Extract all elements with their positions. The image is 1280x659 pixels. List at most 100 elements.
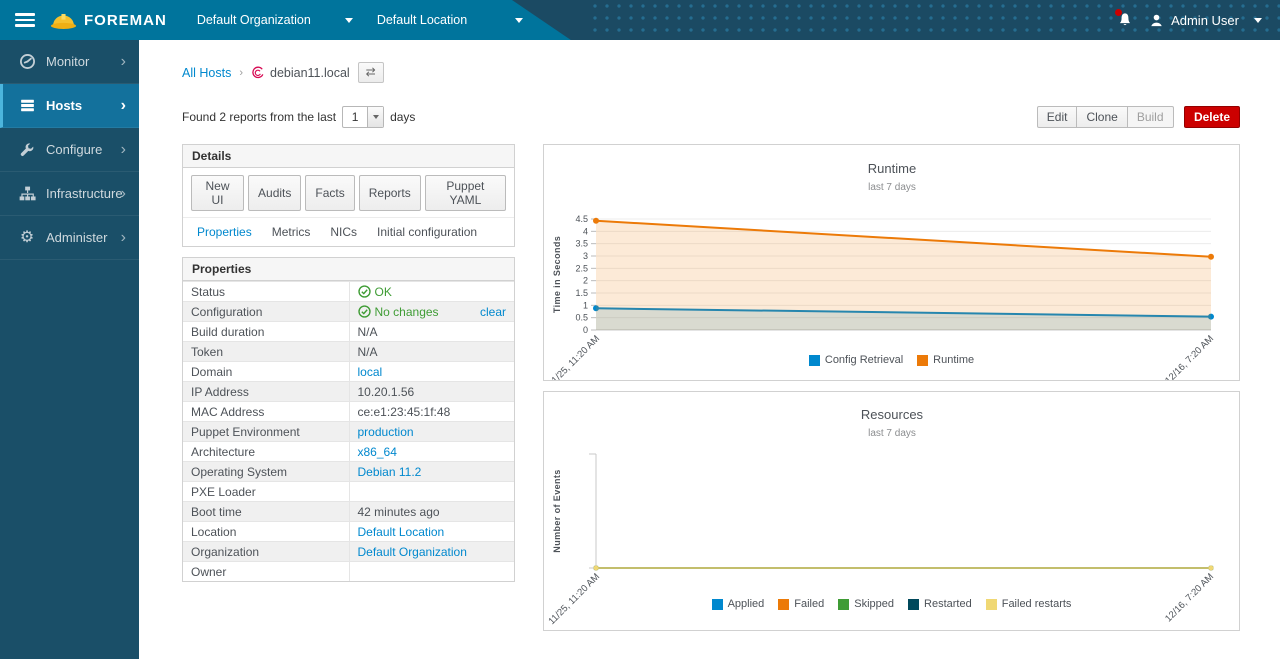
sidebar-item-infrastructure[interactable]: Infrastructure› (0, 172, 139, 216)
sitemap-icon (17, 185, 37, 202)
debian-icon (251, 66, 265, 80)
sidebar-item-administer[interactable]: ⚙Administer› (0, 216, 139, 260)
tab-nics[interactable]: NICs (320, 218, 367, 246)
legend-label: Failed restarts (1002, 598, 1072, 610)
puppet-yaml-button[interactable]: Puppet YAML (425, 175, 506, 211)
properties-panel-title: Properties (183, 258, 514, 281)
legend-item-skipped[interactable]: Skipped (838, 598, 894, 610)
sidebar-item-label: Hosts (46, 98, 82, 113)
reports-button[interactable]: Reports (359, 175, 421, 211)
property-row-operating-system: Operating System Debian 11.2 (183, 462, 514, 482)
switch-host-icon[interactable]: ⇄ (358, 62, 384, 83)
legend-item-config-retrieval[interactable]: Config Retrieval (809, 354, 903, 366)
property-label: Domain (183, 362, 349, 382)
legend-label: Config Retrieval (825, 354, 903, 366)
y-tick-label: 3.5 (575, 239, 588, 249)
build-button[interactable]: Build (1127, 106, 1174, 128)
chevron-down-icon (515, 18, 523, 23)
property-value[interactable]: Default Location (358, 525, 445, 539)
runtime-chart-legend: Config Retrieval Runtime (544, 354, 1239, 366)
property-label: Configuration (183, 302, 349, 322)
property-value[interactable]: local (358, 365, 383, 379)
y-tick-label: 0.5 (575, 313, 588, 323)
resources-chart-legend: Applied Failed Skipped Restarted Failed rest… (544, 598, 1239, 610)
edit-button[interactable]: Edit (1037, 106, 1078, 128)
sidebar-item-monitor[interactable]: Monitor› (0, 40, 139, 84)
property-label: Operating System (183, 462, 349, 482)
property-value[interactable]: production (358, 425, 414, 439)
gear-icon: ⚙ (17, 230, 37, 246)
property-value[interactable]: Default Organization (358, 545, 467, 559)
breadcrumb-current-host: debian11.local (270, 66, 350, 80)
location-menu-label: Default Location (377, 13, 467, 27)
sidebar-item-configure[interactable]: Configure› (0, 128, 139, 172)
y-axis-label: Time in Seconds (552, 236, 562, 313)
legend-item-restarted[interactable]: Restarted (908, 598, 972, 610)
property-row-status: StatusOK (183, 282, 514, 302)
tab-properties[interactable]: Properties (187, 218, 262, 246)
notifications-button[interactable] (1117, 12, 1133, 28)
resources-chart-panel: Resourceslast 7 daysNumber of Events11/2… (543, 391, 1240, 631)
main-content: All Hosts › debian11.local ⇄ Found 2 rep… (139, 40, 1280, 631)
legend-item-failed-restarts[interactable]: Failed restarts (986, 598, 1072, 610)
property-value: 42 minutes ago (358, 505, 440, 519)
chart-subtitle: last 7 days (868, 182, 916, 193)
clear-link[interactable]: clear (480, 305, 506, 319)
gauge-icon (17, 53, 37, 70)
y-tick-label: 3 (583, 251, 588, 261)
user-menu[interactable]: Admin User (1149, 13, 1262, 28)
legend-item-applied[interactable]: Applied (712, 598, 765, 610)
hardhat-icon (50, 10, 77, 31)
breadcrumb-separator-icon: › (239, 67, 243, 79)
property-value[interactable]: Debian 11.2 (358, 465, 422, 479)
property-label: Architecture (183, 442, 349, 462)
host-details-column: Details New UIAuditsFactsReportsPuppet Y… (182, 144, 515, 592)
property-value[interactable]: x86_64 (358, 445, 397, 459)
property-value: N/A (358, 345, 378, 359)
property-label: Token (183, 342, 349, 362)
delete-button[interactable]: Delete (1184, 106, 1240, 128)
reports-toolbar: Found 2 reports from the last 1 days Edi… (182, 106, 1240, 128)
details-panel: Details New UIAuditsFactsReportsPuppet Y… (182, 144, 515, 247)
legend-item-failed[interactable]: Failed (778, 598, 824, 610)
tab-initial-configuration[interactable]: Initial configuration (367, 218, 487, 246)
y-tick-label: 4 (583, 226, 588, 236)
wrench-icon (17, 142, 37, 158)
clone-button[interactable]: Clone (1076, 106, 1127, 128)
audits-button[interactable]: Audits (248, 175, 301, 211)
hamburger-menu-icon[interactable] (15, 13, 35, 27)
property-label: Puppet Environment (183, 422, 349, 442)
breadcrumb-all-hosts-link[interactable]: All Hosts (182, 66, 231, 80)
property-row-boot-time: Boot time42 minutes ago (183, 502, 514, 522)
tab-metrics[interactable]: Metrics (262, 218, 321, 246)
y-tick-label: 2.5 (575, 263, 588, 273)
organization-menu[interactable]: Default Organization (185, 0, 365, 40)
chart-subtitle: last 7 days (868, 428, 916, 439)
property-row-build-duration: Build durationN/A (183, 322, 514, 342)
location-menu[interactable]: Default Location (365, 0, 535, 40)
foreman-logo[interactable]: FOREMAN (50, 10, 167, 31)
days-select-button[interactable] (367, 107, 383, 127)
property-row-mac-address: MAC Addressce:e1:23:45:1f:48 (183, 402, 514, 422)
property-row-configuration: ConfigurationNo changesclear (183, 302, 514, 322)
property-row-ip-address: IP Address10.20.1.56 (183, 382, 514, 402)
chart-title: Runtime (868, 161, 916, 176)
property-value: ce:e1:23:45:1f:48 (358, 405, 451, 419)
property-label: IP Address (183, 382, 349, 402)
sidebar-item-label: Infrastructure (46, 186, 123, 201)
legend-label: Runtime (933, 354, 974, 366)
legend-swatch (838, 599, 849, 610)
facts-button[interactable]: Facts (305, 175, 354, 211)
property-row-owner: Owner (183, 562, 514, 582)
top-navbar: FOREMAN Default Organization Default Loc… (0, 0, 1280, 40)
days-select[interactable]: 1 (342, 106, 384, 128)
legend-swatch (908, 599, 919, 610)
legend-label: Applied (728, 598, 765, 610)
legend-item-runtime[interactable]: Runtime (917, 354, 974, 366)
user-menu-label: Admin User (1171, 13, 1239, 28)
user-icon (1149, 13, 1164, 28)
chevron-down-icon (345, 18, 353, 23)
property-row-architecture: Architecture x86_64 (183, 442, 514, 462)
new-ui-button[interactable]: New UI (191, 175, 244, 211)
sidebar-item-hosts[interactable]: Hosts› (0, 84, 139, 128)
